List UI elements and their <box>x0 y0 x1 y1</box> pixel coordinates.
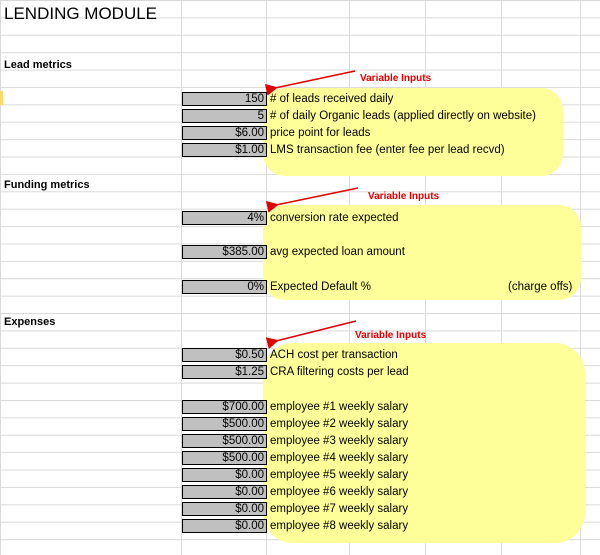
arrow-icon <box>264 70 356 96</box>
annotation-arrows <box>264 70 359 350</box>
arrow-icon <box>265 320 357 350</box>
arrow-icon <box>265 187 359 213</box>
